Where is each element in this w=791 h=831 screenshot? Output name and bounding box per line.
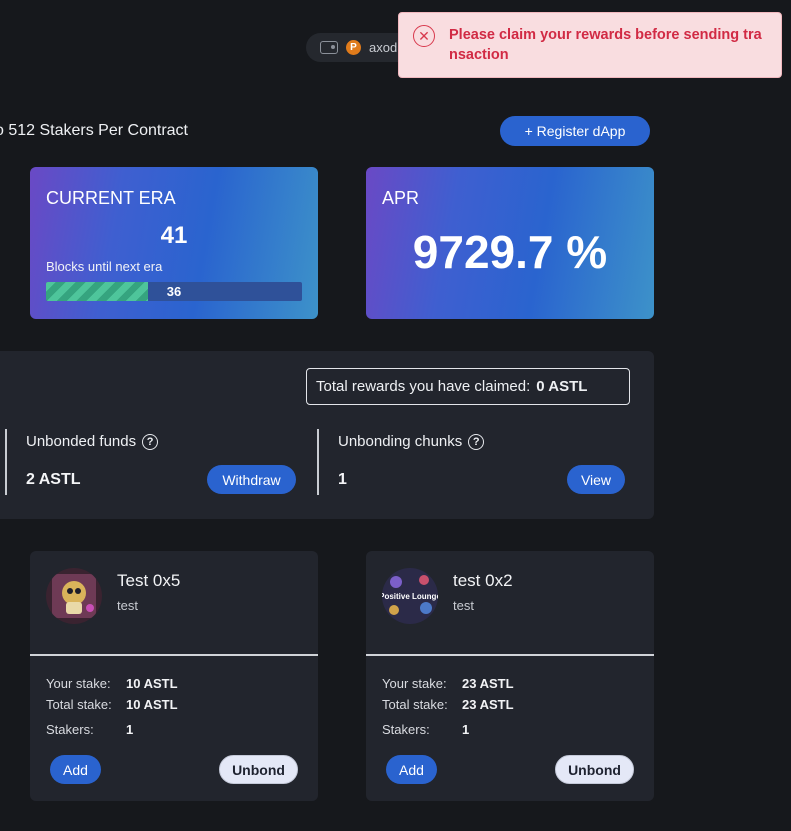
stakers-row: Stakers: 1: [382, 722, 469, 737]
dapp-logo: Positive Lounge: [382, 568, 438, 624]
dapp-card[interactable]: Positive Lounge test 0x2 test Your stake…: [366, 551, 654, 801]
divider: [30, 654, 318, 656]
apr-value: 9729.7 %: [412, 226, 608, 278]
your-stake-label: Your stake:: [46, 676, 111, 691]
stakers-value: 1: [462, 722, 470, 737]
dapp-description: test: [453, 598, 474, 613]
stakers-label: Stakers:: [46, 722, 94, 737]
era-title: CURRENT ERA: [46, 188, 176, 208]
claimed-label: Total rewards you have claimed:: [316, 378, 531, 395]
unbonding-chunks-label: Unbonding chunks ?: [338, 433, 485, 450]
dapp-card[interactable]: Test 0x5 test Your stake: 10 ASTL Total s…: [30, 551, 318, 801]
your-stake-value: 10 ASTL: [126, 676, 178, 691]
toast-message: Please claim your rewards before sending…: [449, 27, 762, 63]
era-subtitle: Blocks until next era: [46, 259, 163, 274]
your-stake-value: 23 ASTL: [462, 676, 514, 691]
total-stake-value: 10 ASTL: [126, 697, 178, 712]
register-dapp-button[interactable]: + Register dApp: [500, 116, 650, 146]
wallet-name: axod: [369, 40, 398, 55]
withdraw-button[interactable]: Withdraw: [207, 465, 296, 494]
dapp-name: test 0x2: [453, 571, 513, 590]
view-chunks-button[interactable]: View: [567, 465, 625, 494]
your-stake-row: Your stake: 10 ASTL: [46, 676, 178, 691]
total-stake-row: Total stake: 23 ASTL: [382, 697, 514, 712]
dapp-description: test: [117, 598, 138, 613]
unbonded-funds-text: Unbonded funds: [26, 433, 137, 450]
total-stake-row: Total stake: 10 ASTL: [46, 697, 178, 712]
stakers-label: Stakers:: [382, 722, 430, 737]
your-stake-label: Your stake:: [382, 676, 447, 691]
divider: [366, 654, 654, 656]
divider: [317, 429, 319, 495]
claimed-value: 0 ASTL: [536, 378, 588, 395]
apr-title: APR: [382, 188, 420, 208]
era-number: 41: [160, 222, 188, 249]
add-stake-button[interactable]: Add: [50, 755, 101, 784]
page-headline: o 512 Stakers Per Contract: [0, 122, 188, 139]
unbond-button[interactable]: Unbond: [555, 755, 634, 784]
error-close-icon[interactable]: ✕: [413, 25, 435, 47]
help-icon[interactable]: ?: [142, 433, 159, 450]
divider: [5, 429, 7, 495]
dapp-logo: [46, 568, 102, 624]
total-stake-label: Total stake:: [46, 697, 112, 712]
network-coin-icon: P: [346, 40, 361, 55]
your-stake-row: Your stake: 23 ASTL: [382, 676, 514, 691]
era-blocks-remaining: 36: [166, 284, 182, 299]
dapp-name: Test 0x5: [117, 571, 181, 590]
apr-card: APR 9729.7 %: [366, 167, 654, 319]
total-rewards-claimed: Total rewards you have claimed: 0 ASTL: [306, 368, 630, 405]
era-progress-bar: 36: [46, 282, 302, 301]
help-icon[interactable]: ?: [468, 433, 485, 450]
stakers-value: 1: [126, 722, 134, 737]
total-stake-value: 23 ASTL: [462, 697, 514, 712]
unbond-button[interactable]: Unbond: [219, 755, 298, 784]
unbonding-chunks-text: Unbonding chunks: [338, 433, 463, 450]
wallet-icon: [320, 41, 338, 54]
unbonded-funds-label: Unbonded funds ?: [26, 433, 159, 450]
unbonding-chunks-value: 1: [338, 471, 347, 488]
error-toast: ✕ Please claim your rewards before sendi…: [398, 12, 782, 78]
current-era-card: CURRENT ERA 41 Blocks until next era 36: [30, 167, 318, 319]
total-stake-label: Total stake:: [382, 697, 448, 712]
dapp-logo-text: Positive Lounge: [382, 592, 438, 601]
unbonded-funds-value: 2 ASTL: [26, 471, 81, 488]
add-stake-button[interactable]: Add: [386, 755, 437, 784]
stakers-row: Stakers: 1: [46, 722, 133, 737]
